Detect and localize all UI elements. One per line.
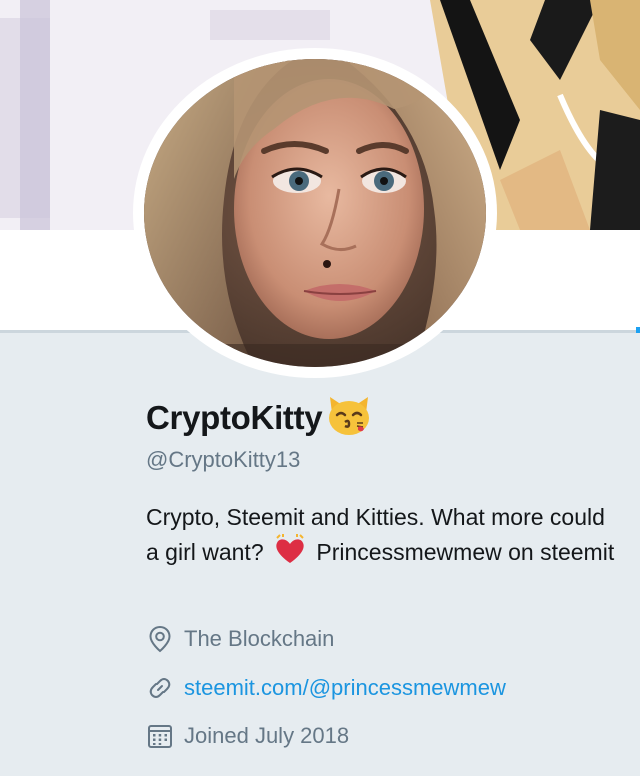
joined-text: Joined July 2018 <box>184 723 350 748</box>
display-name-row: CryptoKitty <box>146 393 372 442</box>
heart-emoji <box>273 534 307 573</box>
calendar-icon <box>146 722 174 750</box>
profile-bio: Crypto, Steemit and Kitties. What more c… <box>146 500 616 573</box>
website-link[interactable]: steemit.com/@princessmewmew <box>184 674 506 702</box>
link-icon <box>146 674 174 702</box>
display-name: CryptoKitty <box>146 398 323 436</box>
avatar-frame <box>133 48 497 378</box>
bio-text-part2: Princessmewmew on steemit <box>316 539 615 565</box>
user-handle[interactable]: @CryptoKitty13 <box>146 446 300 474</box>
profile-website: steemit.com/@princessmewmew <box>146 674 506 702</box>
location-pin-icon <box>146 625 174 653</box>
location-text: The Blockchain <box>184 626 335 651</box>
accent-marker <box>636 327 640 333</box>
kissing-cat-emoji <box>326 393 372 442</box>
profile-page: CryptoKitty @CryptoKitty13 Crypto, Steem… <box>0 0 640 776</box>
profile-joined-date: Joined July 2018 <box>146 722 349 750</box>
avatar[interactable] <box>144 59 486 367</box>
profile-location: The Blockchain <box>146 625 334 653</box>
avatar-photo <box>144 59 486 367</box>
